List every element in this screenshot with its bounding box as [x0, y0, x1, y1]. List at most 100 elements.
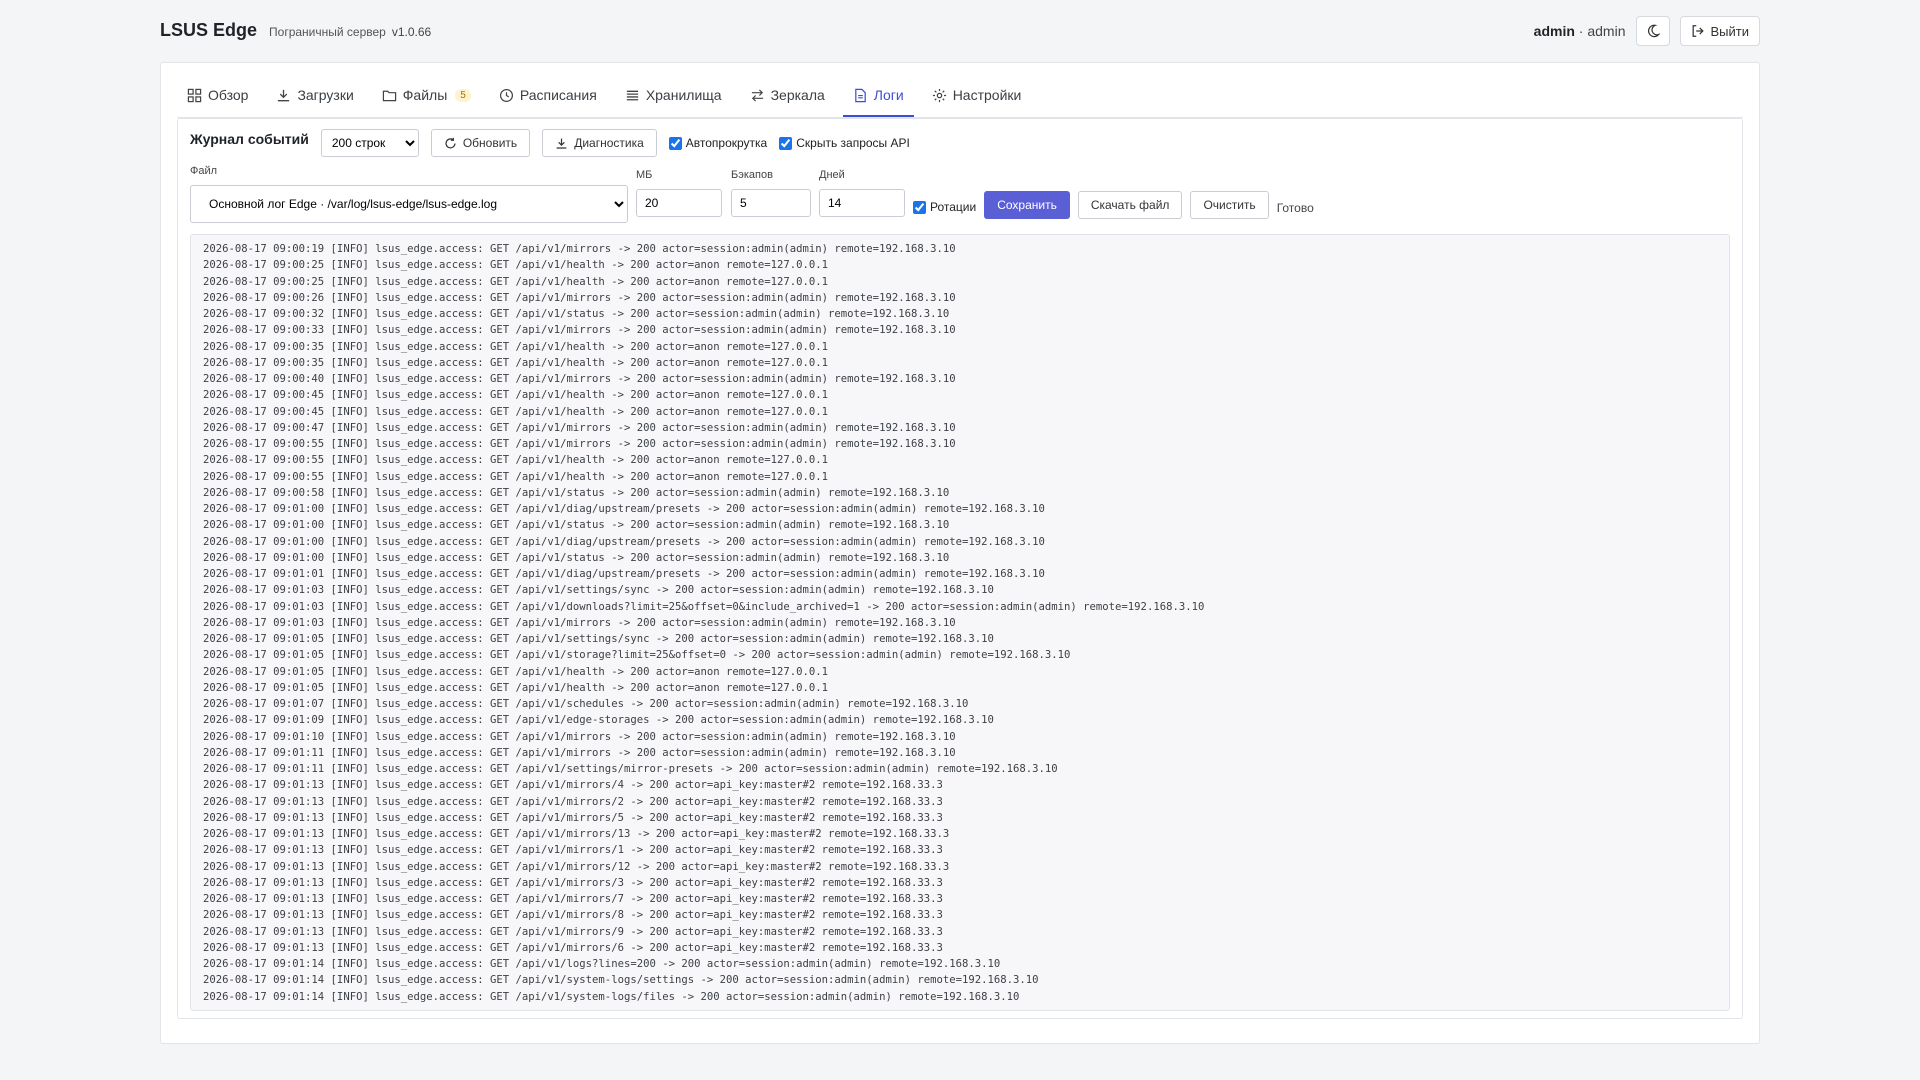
autoscroll-checkbox[interactable] [668, 136, 682, 150]
log-line: 2026-08-17 09:01:07 [INFO] lsus_edge.acc… [203, 698, 969, 710]
log-line: 2026-08-17 09:01:05 [INFO] lsus_edge.acc… [203, 633, 994, 645]
tab-label: Зеркала [770, 87, 825, 103]
autoscroll-toggle[interactable]: Автопрокрутка [668, 136, 768, 150]
log-line: 2026-08-17 09:00:45 [INFO] lsus_edge.acc… [203, 389, 829, 402]
gear-icon [932, 88, 946, 102]
list-icon [626, 90, 638, 100]
lines-select[interactable]: 200 строк [320, 129, 419, 157]
hide-api-checkbox[interactable] [779, 136, 793, 150]
tab-overview[interactable]: Обзор [177, 75, 258, 117]
log-line: 2026-08-17 09:01:03 [INFO] lsus_edge.acc… [203, 600, 1205, 613]
log-line: 2026-08-17 09:01:00 [INFO] lsus_edge.acc… [203, 503, 1045, 515]
log-line: 2026-08-17 09:01:10 [INFO] lsus_edge.acc… [203, 730, 956, 743]
file-select[interactable]: Основной лог Edge · /var/log/lsus-edge/l… [190, 185, 628, 223]
folder-icon [382, 90, 396, 101]
rotation-checkbox[interactable] [913, 200, 926, 214]
clear-button[interactable]: Очистить [1190, 191, 1269, 219]
backups-input[interactable] [731, 189, 811, 217]
hide-api-toggle[interactable]: Скрыть запросы API [779, 136, 910, 150]
log-line: 2026-08-17 09:01:13 [INFO] lsus_edge.acc… [203, 860, 950, 873]
mb-input[interactable] [636, 189, 722, 217]
log-line: 2026-08-17 09:00:58 [INFO] lsus_edge.acc… [203, 486, 950, 499]
log-line: 2026-08-17 09:00:33 [INFO] lsus_edge.acc… [203, 324, 956, 337]
log-line: 2026-08-17 09:01:13 [INFO] lsus_edge.acc… [203, 811, 943, 824]
files-count-badge: 5 [455, 88, 471, 102]
days-label: Дней [819, 169, 845, 181]
log-line: 2026-08-17 09:00:40 [INFO] lsus_edge.acc… [203, 373, 956, 385]
log-line: 2026-08-17 09:01:13 [INFO] lsus_edge.acc… [203, 844, 943, 857]
rotation-toggle[interactable]: Ротации [913, 200, 976, 214]
user-box: admin · admin Выйти [1534, 16, 1760, 46]
diagnostics-button[interactable]: Диагностика [542, 129, 657, 157]
app-title: LSUS Edge [160, 20, 258, 40]
log-line: 2026-08-17 09:00:47 [INFO] lsus_edge.acc… [203, 421, 956, 434]
log-line: 2026-08-17 09:01:00 [INFO] lsus_edge.acc… [203, 519, 950, 532]
log-line: 2026-08-17 09:01:13 [INFO] lsus_edge.acc… [203, 909, 943, 922]
mb-label: МБ [636, 169, 653, 181]
log-line: 2026-08-17 09:01:05 [INFO] lsus_edge.acc… [203, 681, 829, 694]
clear-label: Очистить [1203, 198, 1256, 212]
tab-files[interactable]: Файлы 5 [372, 75, 481, 117]
tab-storages[interactable]: Хранилища [615, 75, 732, 117]
user-name: admin [1533, 23, 1575, 39]
grid-icon [187, 88, 202, 102]
tab-mirrors[interactable]: Зеркала [740, 75, 835, 117]
theme-toggle-button[interactable] [1635, 16, 1670, 46]
hide-api-label: Скрыть запросы API [796, 136, 910, 150]
days-input[interactable] [819, 189, 905, 217]
log-line: 2026-08-17 09:00:25 [INFO] lsus_edge.acc… [203, 259, 829, 272]
log-line: 2026-08-17 09:00:35 [INFO] lsus_edge.acc… [203, 356, 829, 369]
top-bar: LSUS Edge Пограничный сервер v1.0.66 admi… [160, 16, 1760, 46]
refresh-icon [445, 137, 456, 148]
log-line: 2026-08-17 09:01:13 [INFO] lsus_edge.acc… [203, 876, 943, 889]
days-field: Дней [819, 165, 905, 217]
backups-field: Бэкапов [731, 165, 811, 217]
autoscroll-label: Автопрокрутка [685, 136, 768, 150]
log-line: 2026-08-17 09:01:01 [INFO] lsus_edge.acc… [203, 568, 1045, 580]
log-line: 2026-08-17 09:01:00 [INFO] lsus_edge.acc… [203, 551, 950, 564]
download-file-button[interactable]: Скачать файл [1077, 191, 1183, 219]
logs-panel: Журнал событий 200 строк Обновить Диагно… [177, 118, 1743, 1019]
download-icon [556, 138, 567, 149]
user-role: admin [1587, 23, 1626, 39]
download-file-label: Скачать файл [1090, 198, 1170, 212]
logs-toolbar: Журнал событий 200 строк Обновить Диагно… [190, 129, 910, 157]
save-button[interactable]: Сохранить [984, 191, 1070, 219]
log-line: 2026-08-17 09:00:45 [INFO] lsus_edge.acc… [203, 405, 829, 418]
file-field: Файл Основной лог Edge · /var/log/lsus-e… [190, 165, 628, 223]
log-line: 2026-08-17 09:01:03 [INFO] lsus_edge.acc… [203, 584, 994, 597]
rotation-label: Ротации [930, 200, 977, 214]
tab-label: Расписания [519, 87, 597, 103]
clock-icon [499, 88, 513, 102]
rotation-actions: Ротации Сохранить Скачать файл Очистить … [913, 191, 1314, 219]
log-output[interactable]: 2026-08-17 09:00:19 [INFO] lsus_edge.acc… [190, 234, 1730, 1011]
log-line: 2026-08-17 09:01:14 [INFO] lsus_edge.acc… [203, 990, 1020, 1003]
tab-logs[interactable]: Логи [842, 75, 914, 117]
log-line: 2026-08-17 09:00:55 [INFO] lsus_edge.acc… [203, 454, 829, 467]
tab-settings[interactable]: Настройки [922, 75, 1032, 117]
log-line: 2026-08-17 09:01:14 [INFO] lsus_edge.acc… [203, 974, 1039, 987]
main-card: Обзор Загрузки Файлы 5 Расписания Хранил… [160, 62, 1760, 1044]
tab-label: Логи [873, 87, 904, 103]
log-line: 2026-08-17 09:00:55 [INFO] lsus_edge.acc… [203, 470, 829, 483]
log-line: 2026-08-17 09:00:35 [INFO] lsus_edge.acc… [203, 340, 829, 353]
log-line: 2026-08-17 09:01:13 [INFO] lsus_edge.acc… [203, 893, 943, 905]
file-label: Файл [190, 165, 218, 177]
app-subtitle: Пограничный сервер v1.0.66 [269, 25, 431, 39]
tab-label: Хранилища [645, 87, 722, 103]
tab-downloads[interactable]: Загрузки [266, 75, 363, 117]
tab-schedules[interactable]: Расписания [489, 75, 607, 117]
brand: LSUS Edge Пограничный сервер v1.0.66 [160, 20, 431, 41]
file-settings-row: Файл Основной лог Edge · /var/log/lsus-e… [190, 165, 1730, 223]
refresh-button[interactable]: Обновить [430, 129, 531, 157]
log-line: 2026-08-17 09:01:13 [INFO] lsus_edge.acc… [203, 795, 943, 808]
user-info: admin · admin [1533, 23, 1626, 39]
logout-icon [1692, 25, 1704, 37]
log-line: 2026-08-17 09:01:05 [INFO] lsus_edge.acc… [203, 665, 829, 678]
log-line: 2026-08-17 09:00:32 [INFO] lsus_edge.acc… [203, 308, 950, 320]
log-line: 2026-08-17 09:01:13 [INFO] lsus_edge.acc… [203, 828, 950, 840]
subtitle-text: Пограничный сервер [269, 25, 386, 39]
log-line: 2026-08-17 09:01:11 [INFO] lsus_edge.acc… [203, 746, 956, 759]
logout-button[interactable]: Выйти [1679, 16, 1760, 46]
tab-label: Обзор [208, 87, 249, 103]
